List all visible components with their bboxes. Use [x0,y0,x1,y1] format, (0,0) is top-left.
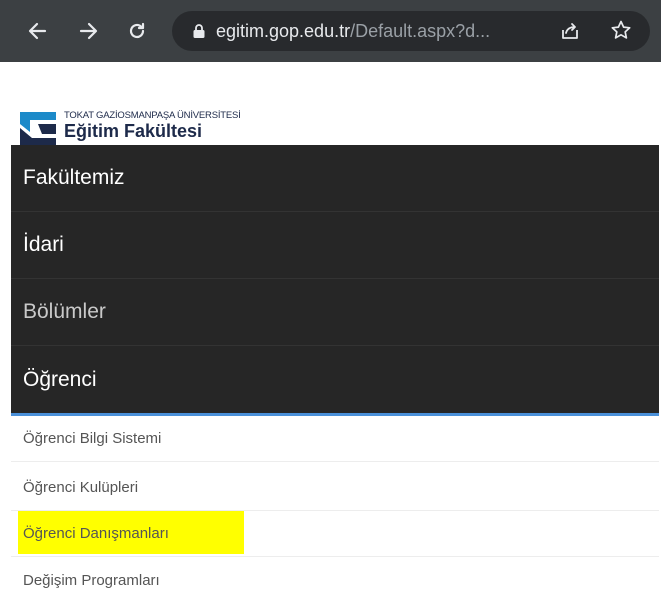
submenu-item-kulupleri[interactable]: Öğrenci Kulüpleri [11,465,659,511]
back-button[interactable] [24,18,50,44]
main-menu: Fakültemiz İdari Bölümler Öğrenci [11,145,659,416]
forward-arrow-icon [79,22,98,40]
share-icon[interactable] [560,21,580,41]
back-arrow-icon [28,22,47,40]
forward-button[interactable] [76,18,102,44]
star-icon[interactable] [610,19,632,41]
submenu-item-danismanlari[interactable]: Öğrenci Danışmanları [11,511,659,557]
university-name: TOKAT GAZİOSMANPAŞA ÜNİVERSİTESİ [64,110,241,121]
reload-icon [129,22,145,39]
lock-icon [193,24,205,38]
url-text[interactable]: egitim.gop.edu.tr/Default.aspx?d... [216,21,490,42]
submenu-item-bilgi-sistemi[interactable]: Öğrenci Bilgi Sistemi [11,416,659,462]
url-host: egitim.gop.edu.tr [216,21,351,41]
address-bar[interactable]: egitim.gop.edu.tr/Default.aspx?d... [172,11,650,51]
menu-item-fakultemiz[interactable]: Fakültemiz [11,145,659,212]
menu-item-ogrenci[interactable]: Öğrenci [11,346,659,413]
submenu-item-degisim-programlari[interactable]: Değişim Programları [11,557,659,603]
reload-button[interactable] [124,18,150,44]
menu-item-idari[interactable]: İdari [11,212,659,279]
browser-toolbar: egitim.gop.edu.tr/Default.aspx?d... [0,0,661,62]
menu-item-bolumler[interactable]: Bölümler [11,279,659,346]
university-logo-icon[interactable] [18,110,58,146]
faculty-name[interactable]: Eğitim Fakültesi [64,121,202,143]
url-path: /Default.aspx?d... [350,21,491,41]
